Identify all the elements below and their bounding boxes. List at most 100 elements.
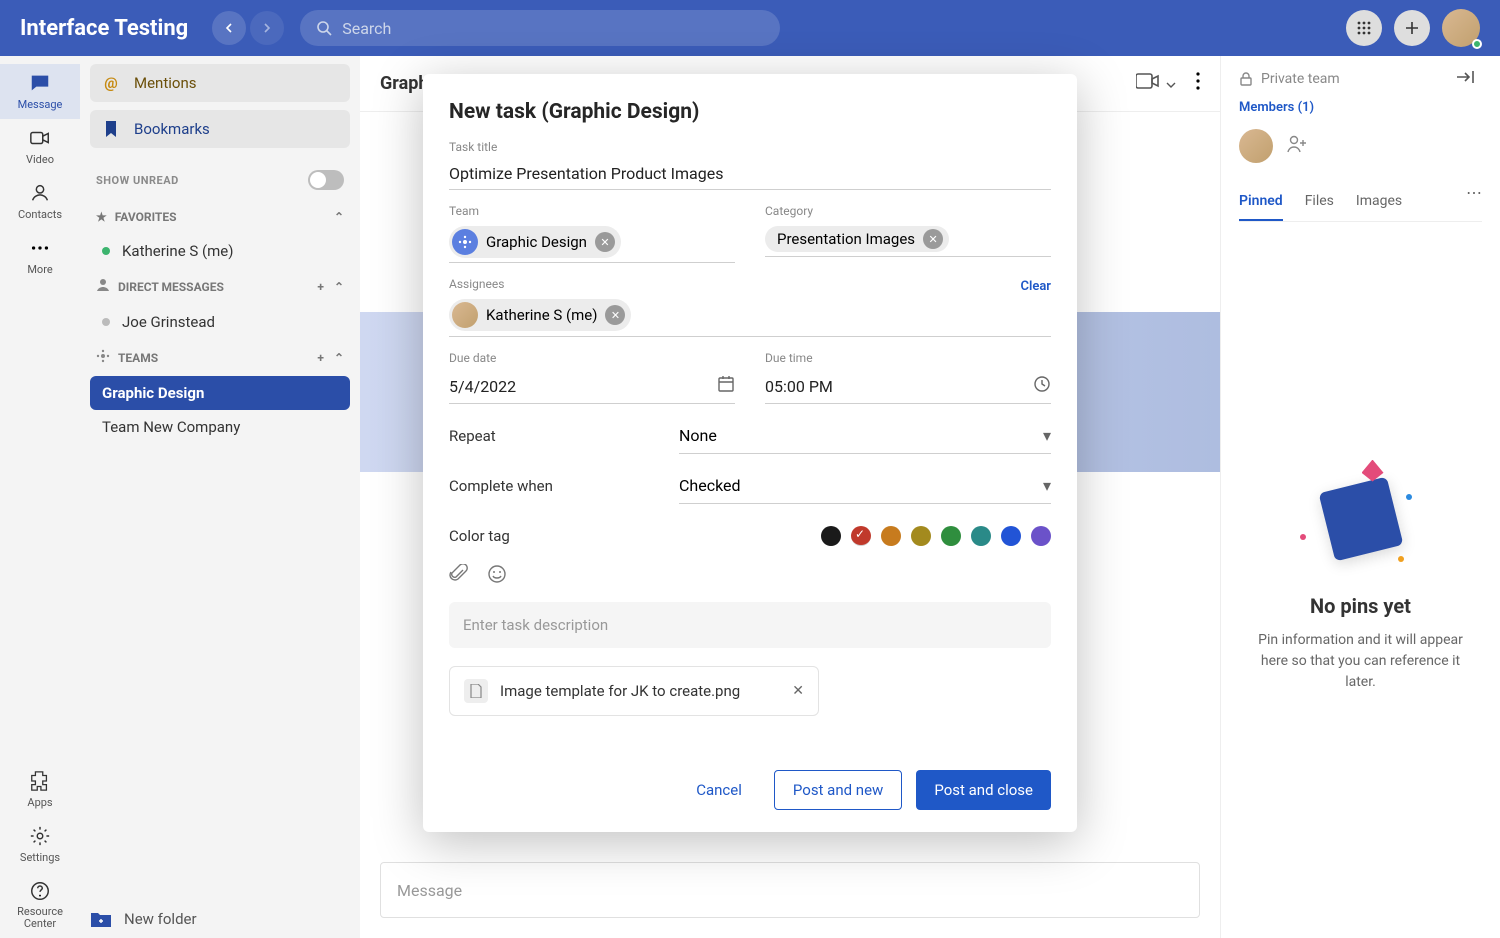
nav-forward-button[interactable] <box>250 11 284 45</box>
collapse-panel-button[interactable] <box>1456 70 1482 88</box>
color-swatch[interactable] <box>821 526 841 546</box>
rail-message[interactable]: Message <box>0 64 80 119</box>
new-folder-label: New folder <box>124 910 197 928</box>
assignee-chip-remove[interactable]: ✕ <box>605 305 625 325</box>
calendar-icon[interactable] <box>717 375 735 397</box>
plus-icon[interactable]: + <box>317 280 324 294</box>
task-title-input[interactable] <box>449 158 1051 190</box>
due-date-input[interactable] <box>449 377 717 396</box>
video-icon <box>1136 72 1162 90</box>
at-icon: @ <box>102 74 120 92</box>
sidebar-item-joe[interactable]: Joe Grinstead <box>90 305 350 339</box>
bookmarks-item[interactable]: Bookmarks <box>90 110 350 148</box>
category-chip-remove[interactable]: ✕ <box>923 229 943 249</box>
nav-arrows <box>212 11 284 45</box>
repeat-select[interactable]: None ▾ <box>679 418 1051 454</box>
conversation-sidebar: @ Mentions Bookmarks SHOW UNREAD ★ FAVOR… <box>80 56 360 938</box>
tab-images[interactable]: Images <box>1356 183 1402 221</box>
description-input[interactable]: Enter task description <box>449 602 1051 648</box>
rail-apps[interactable]: Apps <box>0 762 80 817</box>
category-label: Category <box>765 204 1051 218</box>
teams-header[interactable]: TEAMS +⌃ <box>90 339 350 376</box>
smile-icon <box>487 564 507 584</box>
tab-pinned[interactable]: Pinned <box>1239 183 1283 221</box>
team-chip-remove[interactable]: ✕ <box>595 232 615 252</box>
color-swatch[interactable] <box>971 526 991 546</box>
bookmarks-label: Bookmarks <box>134 120 210 138</box>
rail-more[interactable]: More <box>0 229 80 284</box>
attach-button[interactable] <box>449 564 469 588</box>
color-swatch[interactable] <box>941 526 961 546</box>
task-title-label: Task title <box>449 140 1051 154</box>
paperclip-icon <box>449 564 469 584</box>
lock-icon <box>1239 72 1253 86</box>
due-time-input[interactable] <box>765 377 1033 396</box>
team-label: Team <box>449 204 735 218</box>
category-chip[interactable]: Presentation Images ✕ <box>765 226 949 252</box>
complete-when-select[interactable]: Checked ▾ <box>679 468 1051 504</box>
color-swatch[interactable] <box>881 526 901 546</box>
mentions-item[interactable]: @ Mentions <box>90 64 350 102</box>
current-user-avatar[interactable] <box>1442 9 1480 47</box>
color-swatch[interactable] <box>851 526 871 546</box>
chat-more-button[interactable] <box>1196 72 1200 95</box>
plus-icon <box>1405 21 1419 35</box>
color-swatch[interactable] <box>1031 526 1051 546</box>
attachment-name: Image template for JK to create.png <box>500 682 740 700</box>
team-chip[interactable]: Graphic Design ✕ <box>449 226 621 258</box>
plus-icon[interactable]: + <box>317 351 324 365</box>
post-and-new-button[interactable]: Post and new <box>774 770 902 810</box>
chevron-up-icon[interactable]: ⌃ <box>334 280 344 294</box>
cancel-button[interactable]: Cancel <box>678 770 760 810</box>
chevron-up-icon[interactable]: ⌃ <box>334 351 344 365</box>
clear-assignees-button[interactable]: Clear <box>1020 279 1051 294</box>
assignee-chip[interactable]: Katherine S (me) ✕ <box>449 299 631 331</box>
new-folder-button[interactable]: New folder <box>90 910 197 928</box>
dms-header[interactable]: DIRECT MESSAGES +⌃ <box>90 268 350 305</box>
show-unread-toggle[interactable] <box>308 170 344 190</box>
empty-title: No pins yet <box>1310 594 1411 618</box>
sidebar-item-graphic-design[interactable]: Graphic Design <box>90 376 350 410</box>
favorites-header[interactable]: ★ FAVORITES ⌃ <box>90 200 350 234</box>
color-tag-label: Color tag <box>449 527 510 545</box>
dialpad-icon <box>1356 20 1372 36</box>
tab-files[interactable]: Files <box>1305 183 1334 221</box>
person-plus-icon <box>1287 135 1307 153</box>
new-button[interactable] <box>1394 10 1430 46</box>
repeat-value: None <box>679 426 717 445</box>
chevron-down-icon: ▾ <box>1043 426 1051 445</box>
sidebar-item-katherine[interactable]: Katherine S (me) <box>90 234 350 268</box>
post-and-close-button[interactable]: Post and close <box>916 770 1051 810</box>
rail-contacts[interactable]: Contacts <box>0 174 80 229</box>
nav-back-button[interactable] <box>212 11 246 45</box>
assignee-avatar-icon <box>452 302 478 328</box>
chevron-up-icon[interactable]: ⌃ <box>334 210 344 224</box>
color-swatch[interactable] <box>911 526 931 546</box>
due-date-label: Due date <box>449 351 735 365</box>
rail-settings[interactable]: Settings <box>0 817 80 872</box>
rail-video[interactable]: Video <box>0 119 80 174</box>
dialpad-button[interactable] <box>1346 10 1382 46</box>
message-input[interactable]: Message <box>380 862 1200 918</box>
rail-resource-center[interactable]: Resource Center <box>0 872 80 938</box>
team-chip-label: Graphic Design <box>486 233 587 251</box>
emoji-button[interactable] <box>487 564 507 588</box>
star-icon: ★ <box>96 210 107 224</box>
tabs-more-button[interactable]: ⋯ <box>1466 183 1482 221</box>
members-link[interactable]: Members (1) <box>1239 100 1482 115</box>
member-avatar[interactable] <box>1239 129 1273 163</box>
bookmark-icon <box>102 120 120 138</box>
more-icon <box>29 237 51 259</box>
color-swatch[interactable] <box>1001 526 1021 546</box>
clock-icon[interactable] <box>1033 375 1051 397</box>
person-icon <box>96 278 110 295</box>
video-call-button[interactable] <box>1136 72 1176 95</box>
apps-icon <box>29 770 51 792</box>
attachment-remove-button[interactable]: ✕ <box>792 683 804 699</box>
search-input[interactable]: Search <box>300 10 780 46</box>
folder-plus-icon <box>90 910 112 928</box>
add-member-button[interactable] <box>1287 135 1307 157</box>
rail-apps-label: Apps <box>27 796 52 809</box>
sidebar-item-team-new-company[interactable]: Team New Company <box>90 410 350 444</box>
attachment-item: Image template for JK to create.png ✕ <box>449 666 819 716</box>
